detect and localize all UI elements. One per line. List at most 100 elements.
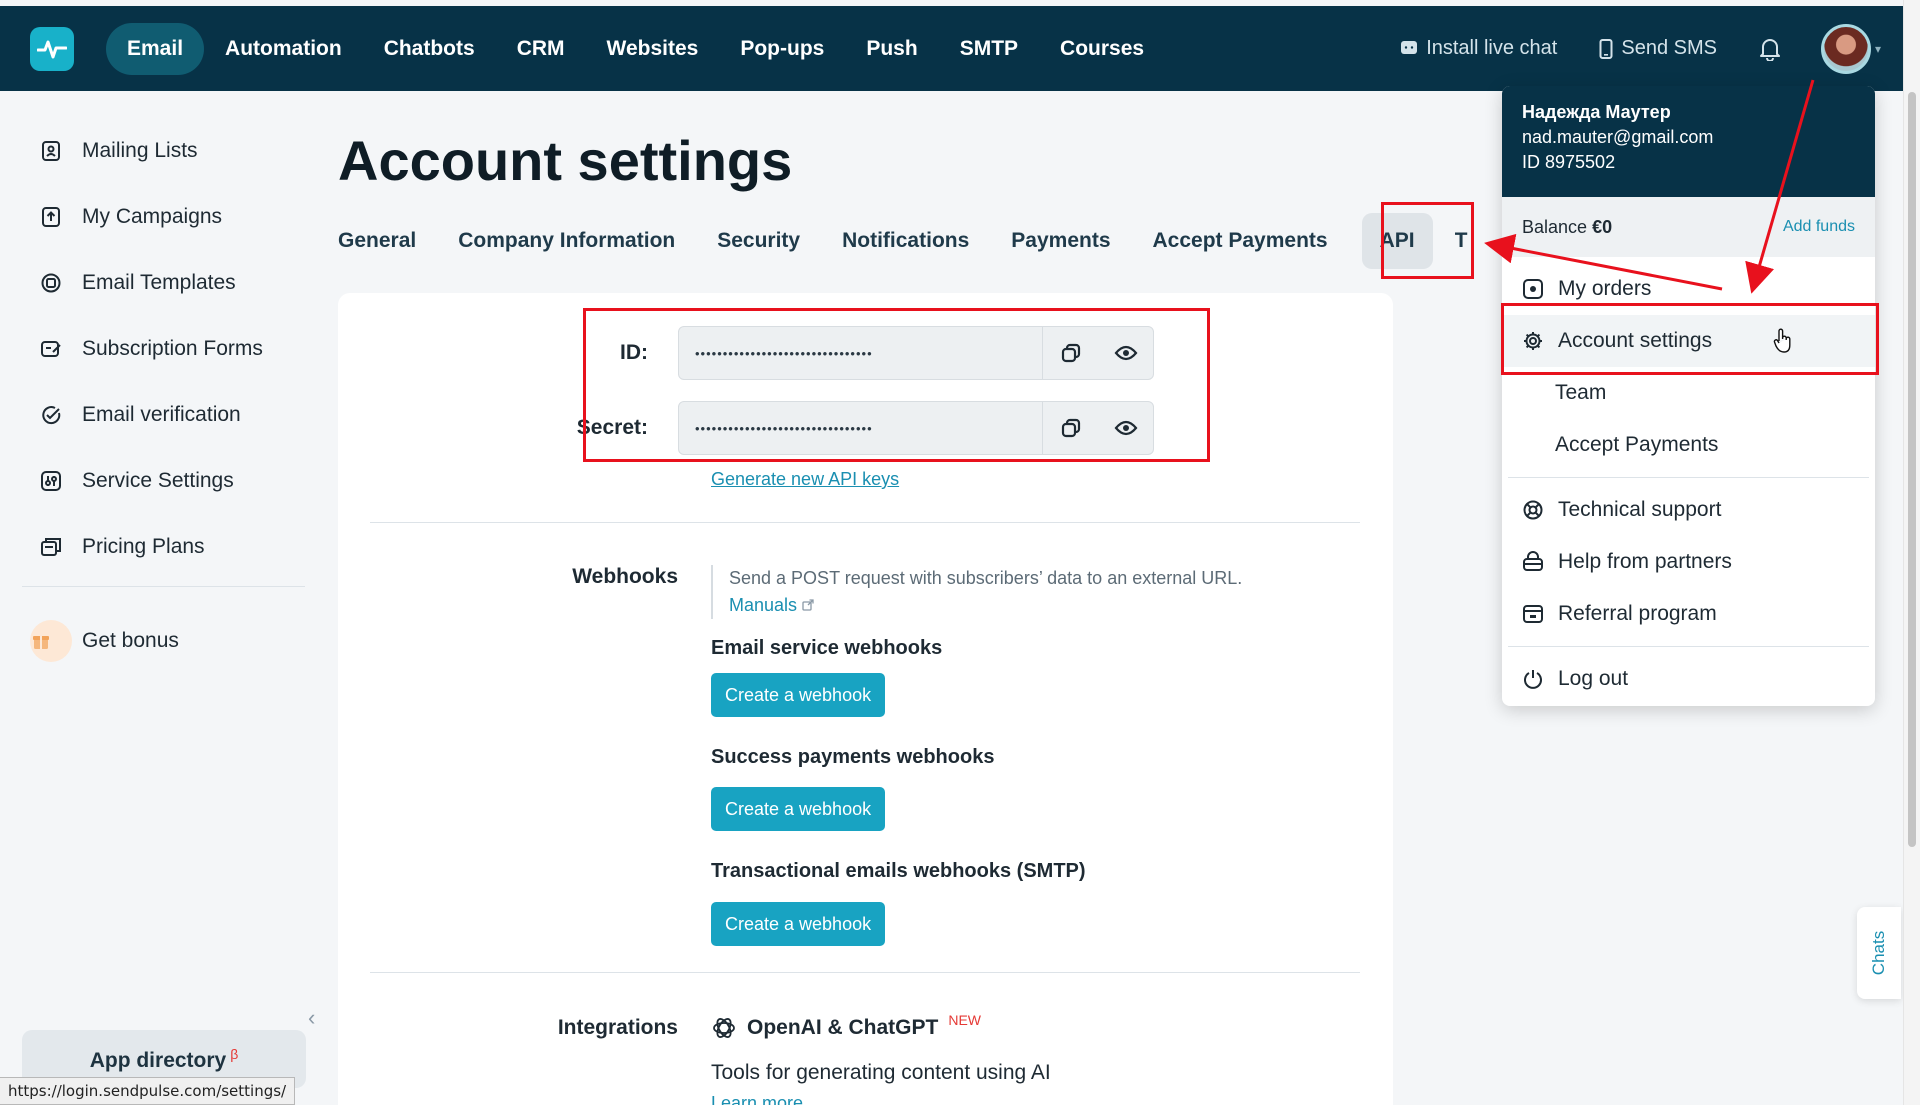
balance-label: Balance <box>1522 216 1588 237</box>
webhooks-label: Webhooks <box>572 565 678 588</box>
api-id-row: ID: •••••••••••••••••••••••••••••••• <box>338 326 1154 380</box>
api-secret-value[interactable]: •••••••••••••••••••••••••••••••• <box>679 402 1044 454</box>
add-funds-link[interactable]: Add funds <box>1783 218 1855 236</box>
webhooks-description: Send a POST request with subscribers’ da… <box>729 568 1243 588</box>
create-payments-webhook-button[interactable]: Create a webhook <box>711 787 886 831</box>
sidebar-item-service-settings[interactable]: Service Settings <box>0 448 310 514</box>
notifications-bell-icon[interactable] <box>1759 37 1781 61</box>
menu-technical-support[interactable]: Technical support <box>1502 484 1875 536</box>
tab-company-information[interactable]: Company Information <box>458 229 675 253</box>
api-id-label: ID: <box>620 341 648 364</box>
verify-icon <box>42 406 61 425</box>
menu-team[interactable]: Team <box>1502 367 1875 419</box>
menu-user-info: Надежда Маутер nad.mauter@gmail.com ID 8… <box>1502 86 1875 197</box>
referral-icon <box>1523 605 1543 623</box>
sidebar-item-label: Pricing Plans <box>82 535 205 558</box>
tab-general[interactable]: General <box>338 229 416 253</box>
nav-chatbots[interactable]: Chatbots <box>363 23 496 75</box>
chats-widget-tab[interactable]: Chats <box>1857 907 1901 999</box>
balance-value: €0 <box>1592 216 1613 237</box>
sidebar-item-subscription-forms[interactable]: Subscription Forms <box>0 316 310 382</box>
menu-my-orders[interactable]: My orders <box>1502 263 1875 315</box>
nav-smtp[interactable]: SMTP <box>939 23 1039 75</box>
nav-email[interactable]: Email <box>106 22 205 75</box>
scrollbar-thumb[interactable] <box>1908 92 1916 847</box>
openai-integration-header: OpenAI & ChatGPT NEW <box>711 1012 982 1041</box>
menu-accept-payments[interactable]: Accept Payments <box>1502 419 1875 471</box>
generate-api-keys-link[interactable]: Generate new API keys <box>711 469 899 490</box>
top-navigation-bar: Email Automation Chatbots CRM Websites P… <box>0 6 1903 91</box>
api-id-value[interactable]: •••••••••••••••••••••••••••••••• <box>679 327 1044 379</box>
page-title: Account settings <box>338 129 793 192</box>
sidebar-item-pricing-plans[interactable]: Pricing Plans <box>0 514 310 580</box>
pricing-icon <box>41 538 61 556</box>
tab-security[interactable]: Security <box>717 229 800 253</box>
sidebar-item-get-bonus[interactable]: Get bonus <box>0 608 310 674</box>
sidebar-divider <box>22 586 305 587</box>
account-dropdown-menu: Надежда Маутер nad.mauter@gmail.com ID 8… <box>1502 86 1875 706</box>
sidebar-item-label: Email verification <box>82 403 241 426</box>
learn-more-link[interactable]: Learn more <box>711 1093 803 1105</box>
menu-item-label: Referral program <box>1558 602 1717 625</box>
app-directory-label: App directory <box>89 1049 227 1072</box>
chevron-down-icon: ▾ <box>1874 41 1881 56</box>
api-settings-card: ID: •••••••••••••••••••••••••••••••• Sec… <box>338 293 1393 1105</box>
menu-divider <box>1508 477 1869 478</box>
nav-crm[interactable]: CRM <box>496 23 586 75</box>
nav-push[interactable]: Push <box>845 23 938 75</box>
menu-user-email: nad.mauter@gmail.com <box>1522 127 1714 147</box>
external-link-icon <box>802 599 814 611</box>
beta-badge: β <box>230 1046 239 1062</box>
payments-webhooks-title: Success payments webhooks <box>711 746 995 768</box>
menu-item-label: Technical support <box>1558 498 1722 521</box>
sidebar-item-my-campaigns[interactable]: My Campaigns <box>0 184 310 250</box>
menu-log-out[interactable]: Log out <box>1502 653 1875 705</box>
tab-payments[interactable]: Payments <box>1011 229 1110 253</box>
eye-icon[interactable] <box>1098 327 1153 379</box>
sendpulse-logo-icon[interactable] <box>30 26 74 71</box>
section-divider <box>370 972 1360 973</box>
copy-icon[interactable] <box>1043 327 1098 379</box>
menu-help-from-partners[interactable]: Help from partners <box>1502 536 1875 588</box>
nav-popups[interactable]: Pop-ups <box>719 23 845 75</box>
email-webhooks-title: Email service webhooks <box>711 637 943 659</box>
gear-icon <box>1524 332 1542 350</box>
eye-icon[interactable] <box>1098 402 1153 454</box>
settings-sliders-icon <box>41 471 61 491</box>
create-email-webhook-button[interactable]: Create a webhook <box>711 673 886 717</box>
nav-websites[interactable]: Websites <box>586 23 720 75</box>
menu-account-settings[interactable]: Account settings <box>1502 315 1875 367</box>
sidebar-item-label: Subscription Forms <box>82 337 263 360</box>
copy-icon[interactable] <box>1043 402 1098 454</box>
power-icon <box>1524 670 1542 689</box>
menu-item-label: My orders <box>1558 277 1652 300</box>
new-badge: NEW <box>948 1012 982 1028</box>
contacts-icon <box>42 141 60 161</box>
create-smtp-webhook-button[interactable]: Create a webhook <box>711 902 886 946</box>
settings-tabs: General Company Information Security Not… <box>338 206 1469 276</box>
openai-logo-icon <box>713 1018 735 1038</box>
sidebar-item-label: Get bonus <box>82 629 179 652</box>
nav-courses[interactable]: Courses <box>1039 23 1165 75</box>
browser-status-url: https://login.sendpulse.com/settings/ <box>0 1077 296 1105</box>
api-secret-label: Secret: <box>576 416 648 439</box>
tab-api[interactable]: API <box>1361 213 1433 269</box>
nav-automation[interactable]: Automation <box>204 23 363 75</box>
collapse-sidebar-chevron-icon[interactable]: ‹ <box>308 1005 315 1031</box>
tab-notifications[interactable]: Notifications <box>842 229 969 253</box>
install-live-chat-link[interactable]: Install live chat <box>1400 37 1557 60</box>
sidebar-item-email-templates[interactable]: Email Templates <box>0 250 310 316</box>
chat-bubble-icon <box>1401 40 1418 54</box>
tab-truncated[interactable]: T <box>1455 229 1469 253</box>
user-avatar-menu[interactable]: ▾ <box>1820 23 1881 74</box>
menu-referral-program[interactable]: Referral program <box>1502 588 1875 640</box>
api-id-field: •••••••••••••••••••••••••••••••• <box>678 326 1154 380</box>
send-sms-link[interactable]: Send SMS <box>1599 37 1717 60</box>
tab-accept-payments[interactable]: Accept Payments <box>1153 229 1328 253</box>
manuals-link[interactable]: Manuals <box>729 595 797 615</box>
sidebar-item-label: Email Templates <box>82 271 236 294</box>
page-scrollbar[interactable] <box>1903 0 1920 1105</box>
menu-divider <box>1508 646 1869 647</box>
sidebar-item-email-verification[interactable]: Email verification <box>0 382 310 448</box>
sidebar-item-mailing-lists[interactable]: Mailing Lists <box>0 118 310 184</box>
